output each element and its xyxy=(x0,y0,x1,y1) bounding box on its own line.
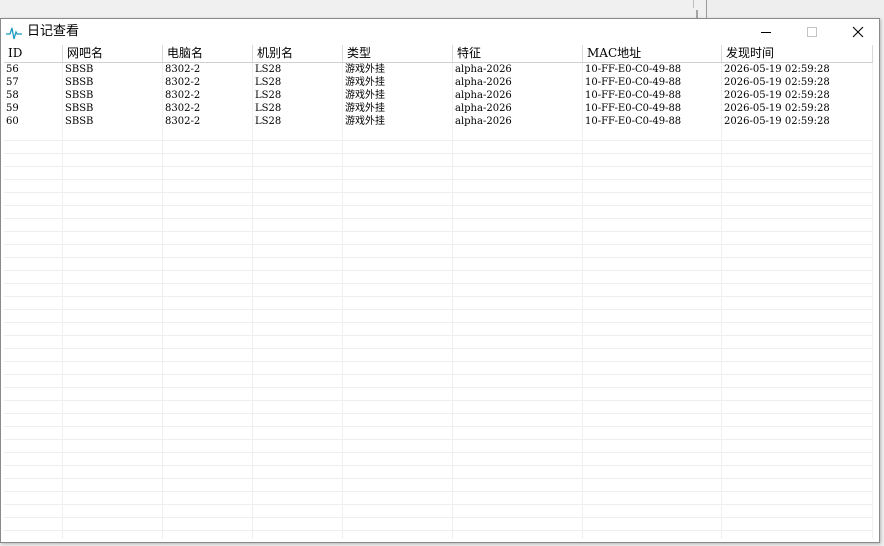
maximize-button[interactable] xyxy=(789,19,835,45)
column-gridline xyxy=(162,63,163,539)
cell-cafe-name: SBSB xyxy=(65,77,94,88)
cell-signature: alpha-2026 xyxy=(455,103,512,114)
table-row[interactable]: 60 SBSB 8302-2 LS28 游戏外挂 alpha-2026 10-FF-E0-C… xyxy=(4,115,873,128)
column-gridline xyxy=(342,63,343,539)
header-col-alias[interactable]: 机别名 xyxy=(253,45,343,62)
background-panel xyxy=(706,0,884,18)
cell-id: 57 xyxy=(6,77,19,88)
column-gridline xyxy=(252,63,253,539)
cell-found-time: 2026-05-19 02:59:28 xyxy=(724,64,830,75)
cell-mac: 10-FF-E0-C0-49-88 xyxy=(585,90,682,101)
column-gridline xyxy=(62,63,63,539)
column-gridline xyxy=(721,63,722,539)
table-row[interactable]: 56 SBSB 8302-2 LS28 游戏外挂 alpha-2026 10-FF-E0-C… xyxy=(4,63,873,76)
log-viewer-window: 日记查看 ID 网吧名 电脑名 机别名 类型 特征 MAC地址 发现时间 56 SBSB 8302… xyxy=(0,18,880,543)
cell-found-time: 2026-05-19 02:59:28 xyxy=(724,103,830,114)
cell-pc-name: 8302-2 xyxy=(165,64,201,75)
cell-type: 游戏外挂 xyxy=(345,90,385,101)
cell-signature: alpha-2026 xyxy=(455,90,512,101)
cell-cafe-name: SBSB xyxy=(65,103,94,114)
header-col-pc-name[interactable]: 电脑名 xyxy=(163,45,253,62)
cell-cafe-name: SBSB xyxy=(65,90,94,101)
close-icon xyxy=(852,26,864,38)
empty-row-grid xyxy=(4,128,873,539)
cell-signature: alpha-2026 xyxy=(455,64,512,75)
background-scroll-mark xyxy=(696,10,698,18)
table-row[interactable]: 59 SBSB 8302-2 LS28 游戏外挂 alpha-2026 10-FF-E0-C… xyxy=(4,102,873,115)
background-divider xyxy=(693,0,694,8)
cell-id: 56 xyxy=(6,64,19,75)
table-row[interactable]: 57 SBSB 8302-2 LS28 游戏外挂 alpha-2026 10-FF-E0-C… xyxy=(4,76,873,89)
cell-cafe-name: SBSB xyxy=(65,64,94,75)
cell-alias: LS28 xyxy=(255,90,282,101)
cell-signature: alpha-2026 xyxy=(455,77,512,88)
header-col-id[interactable]: ID xyxy=(4,45,63,62)
log-list-view[interactable]: ID 网吧名 电脑名 机别名 类型 特征 MAC地址 发现时间 56 SBSB 8302-2 LS2… xyxy=(4,45,873,539)
cell-type: 游戏外挂 xyxy=(345,103,385,114)
title-bar[interactable]: 日记查看 xyxy=(1,19,879,45)
column-gridline xyxy=(582,63,583,539)
header-col-type[interactable]: 类型 xyxy=(343,45,453,62)
cell-found-time: 2026-05-19 02:59:28 xyxy=(724,116,830,127)
column-gridline xyxy=(872,63,873,539)
cell-signature: alpha-2026 xyxy=(455,116,512,127)
cell-type: 游戏外挂 xyxy=(345,77,385,88)
column-gridline xyxy=(452,63,453,539)
table-body: 56 SBSB 8302-2 LS28 游戏外挂 alpha-2026 10-FF-E0-C… xyxy=(4,63,873,128)
window-title: 日记查看 xyxy=(27,24,80,39)
table-row[interactable]: 58 SBSB 8302-2 LS28 游戏外挂 alpha-2026 10-FF-E0-C… xyxy=(4,89,873,102)
minimize-icon xyxy=(761,32,771,33)
cell-id: 58 xyxy=(6,90,19,101)
cell-mac: 10-FF-E0-C0-49-88 xyxy=(585,77,682,88)
maximize-icon xyxy=(807,27,817,37)
cell-alias: LS28 xyxy=(255,64,282,75)
cell-alias: LS28 xyxy=(255,103,282,114)
column-header: ID 网吧名 电脑名 机别名 类型 特征 MAC地址 发现时间 xyxy=(4,45,873,63)
cell-mac: 10-FF-E0-C0-49-88 xyxy=(585,103,682,114)
cell-mac: 10-FF-E0-C0-49-88 xyxy=(585,64,682,75)
minimize-button[interactable] xyxy=(743,19,789,45)
cell-pc-name: 8302-2 xyxy=(165,103,201,114)
cell-alias: LS28 xyxy=(255,116,282,127)
cell-pc-name: 8302-2 xyxy=(165,77,201,88)
cell-mac: 10-FF-E0-C0-49-88 xyxy=(585,116,682,127)
cell-type: 游戏外挂 xyxy=(345,64,385,75)
cell-id: 59 xyxy=(6,103,19,114)
cell-found-time: 2026-05-19 02:59:28 xyxy=(724,90,830,101)
pulse-icon xyxy=(6,25,22,41)
cell-pc-name: 8302-2 xyxy=(165,90,201,101)
header-col-mac[interactable]: MAC地址 xyxy=(583,45,722,62)
header-col-found-time[interactable]: 发现时间 xyxy=(722,45,873,62)
cell-type: 游戏外挂 xyxy=(345,116,385,127)
header-col-signature[interactable]: 特征 xyxy=(453,45,583,62)
header-col-cafe-name[interactable]: 网吧名 xyxy=(63,45,163,62)
cell-found-time: 2026-05-19 02:59:28 xyxy=(724,77,830,88)
cell-pc-name: 8302-2 xyxy=(165,116,201,127)
close-button[interactable] xyxy=(835,19,881,45)
cell-id: 60 xyxy=(6,116,19,127)
cell-alias: LS28 xyxy=(255,77,282,88)
cell-cafe-name: SBSB xyxy=(65,116,94,127)
